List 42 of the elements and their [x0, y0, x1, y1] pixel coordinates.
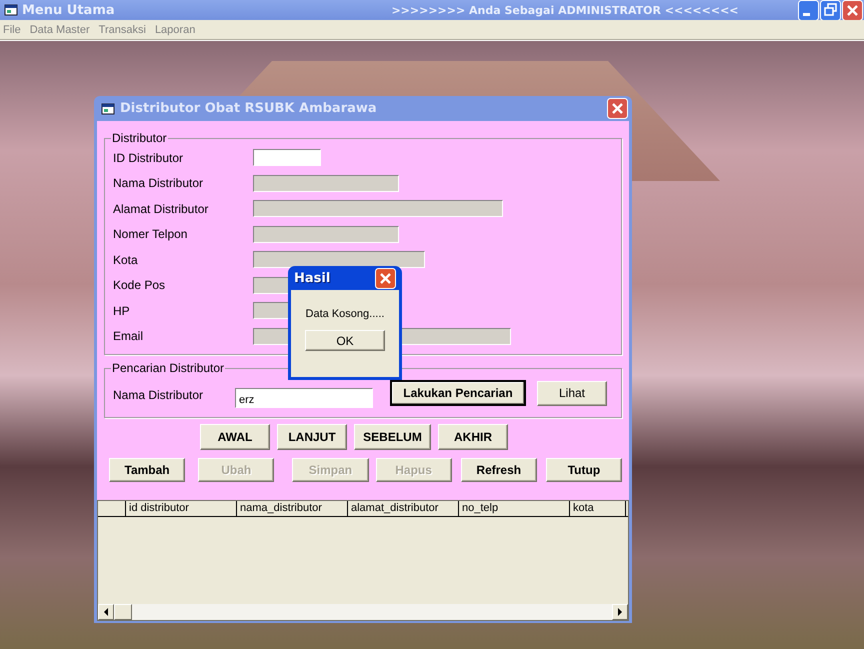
navigation-button[interactable]: LANJUT — [277, 424, 347, 450]
message-text: Data Kosong..... — [306, 308, 384, 320]
search-button[interactable]: Lakukan Pencarian — [390, 380, 526, 406]
field-label: Nomer Telpon — [113, 227, 188, 242]
field-label: Email — [113, 329, 144, 344]
column-header[interactable]: no_telp — [459, 501, 570, 516]
window-title: Menu Utama — [22, 2, 116, 18]
window-icon — [4, 3, 18, 17]
scroll-left-button[interactable] — [98, 604, 114, 620]
field-label: Alamat Distributor — [113, 202, 210, 216]
action-button[interactable]: Tambah — [109, 458, 186, 482]
user-role-title: >>>>>>>> Anda Sebagai ADMINISTRATOR <<<<<<<< — [390, 4, 740, 16]
search-field[interactable]: erz — [235, 388, 373, 408]
text-field[interactable] — [253, 149, 321, 166]
navigation-button[interactable]: AKHIR — [438, 424, 508, 450]
close-icon[interactable] — [607, 98, 628, 119]
group-title: Distributor — [111, 131, 168, 145]
column-header[interactable]: alamat_distributor — [348, 501, 459, 516]
horizontal-scrollbar[interactable] — [98, 604, 628, 620]
action-button[interactable]: Refresh — [460, 458, 537, 482]
dialog-title: Distributor Obat RSUBK Ambarawa — [120, 101, 378, 116]
dialog-title: Hasil — [294, 270, 330, 286]
field-label: HP — [113, 304, 131, 318]
field-label: Nama Distributor — [113, 176, 204, 190]
column-header[interactable]: nama_distributor — [237, 501, 348, 516]
field-label: Kode Pos — [113, 278, 166, 292]
navigation-button[interactable]: SEBELUM — [354, 424, 431, 450]
navigation-button[interactable]: AWAL — [200, 424, 270, 450]
window-controls-icon[interactable] — [798, 0, 864, 20]
view-button[interactable]: Lihat — [537, 380, 607, 406]
field-label: Kota — [113, 252, 139, 267]
scroll-thumb[interactable] — [114, 604, 132, 620]
scroll-right-button[interactable] — [612, 604, 628, 620]
field-label: Nama Distributor — [113, 388, 204, 402]
close-icon[interactable] — [375, 268, 396, 288]
action-button[interactable]: Tutup — [546, 458, 622, 482]
window-icon — [101, 102, 115, 116]
column-header[interactable]: kota — [570, 501, 626, 516]
ok-button[interactable]: OK — [305, 330, 385, 351]
column-header[interactable]: id distributor — [126, 501, 237, 516]
field-label: ID Distributor — [113, 150, 184, 165]
group-title: Pencarian Distributor — [111, 361, 226, 375]
